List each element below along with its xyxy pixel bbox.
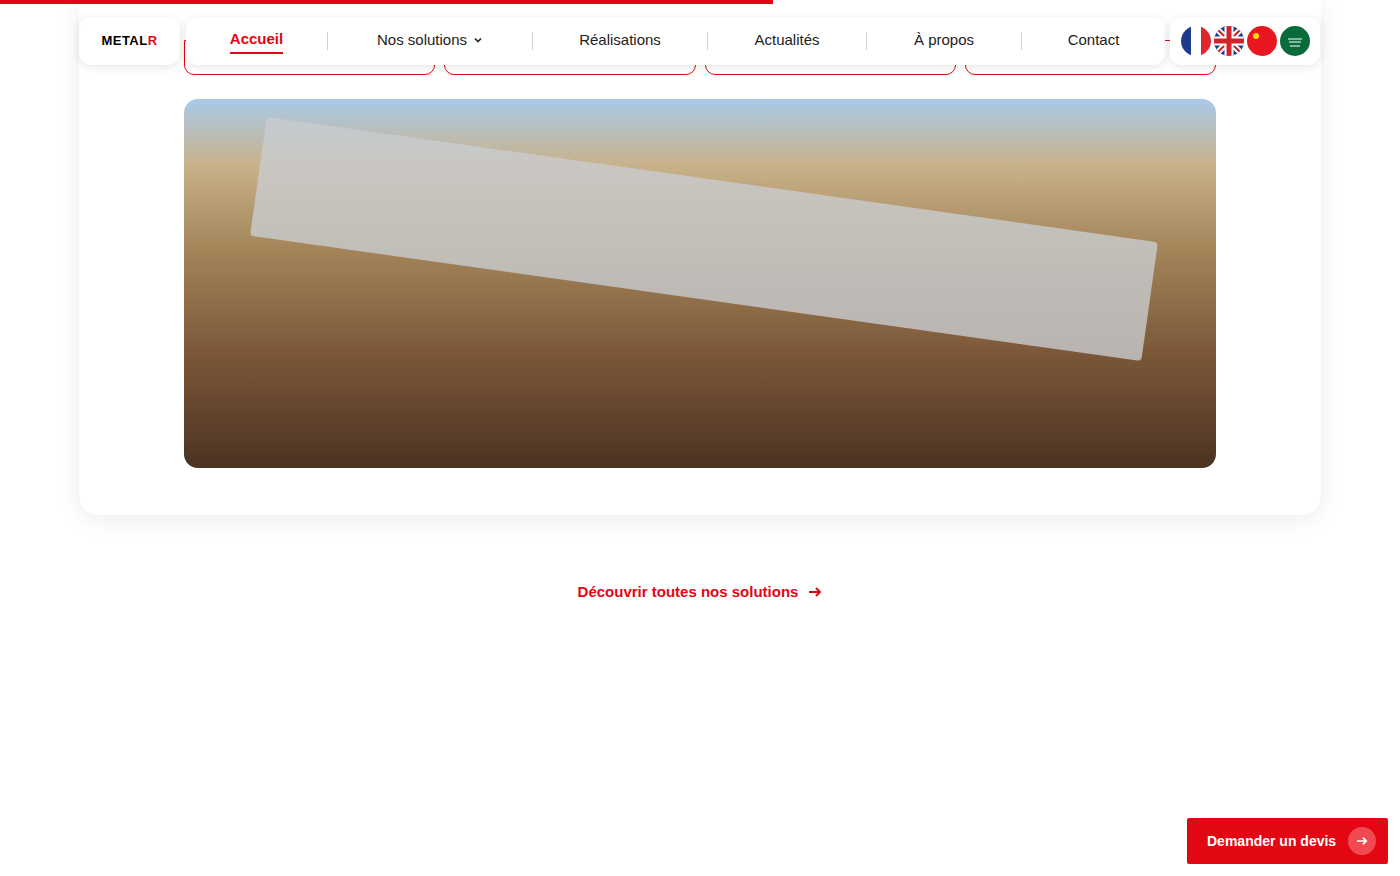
nav-item[interactable]: Accueil (230, 28, 283, 55)
china-flag-icon[interactable] (1247, 26, 1277, 56)
all-solutions-link[interactable]: Découvrir toutes nos solutions (578, 581, 823, 604)
arrow-right-icon (808, 585, 822, 599)
nav-separator (327, 32, 328, 50)
saudi-flag-icon[interactable] (1280, 26, 1310, 56)
nav-separator (707, 32, 708, 50)
france-flag-icon[interactable] (1181, 26, 1211, 56)
scroll-progress-bar (0, 0, 773, 4)
nav-item[interactable]: À propos (914, 29, 974, 54)
page: Découvrir toutes nos solutionsMETALRAccu… (0, 0, 1400, 876)
language-switcher (1170, 17, 1320, 65)
logo[interactable]: METALR (79, 17, 180, 65)
solutions-card (79, 0, 1321, 515)
uk-flag-icon[interactable] (1214, 26, 1244, 56)
nav-item[interactable]: Nos solutions (377, 29, 483, 54)
nav-separator (866, 32, 867, 50)
bridge-photo (184, 99, 1216, 468)
bridge-shape (250, 117, 1158, 361)
nav-separator (1021, 32, 1022, 50)
nav-separator (532, 32, 533, 50)
main-nav: Accueil Nos solutions Réalisations Actualit… (186, 17, 1165, 65)
navbar: METALRAccueilNos solutionsRéalisationsAc… (79, 17, 1320, 65)
arrow-circle-icon (1348, 827, 1376, 855)
quote-button[interactable]: Demander un devis (1187, 818, 1388, 864)
chevron-down-icon (473, 35, 483, 45)
nav-item[interactable]: Actualités (754, 29, 819, 54)
nav-item[interactable]: Contact (1068, 29, 1120, 54)
nav-item[interactable]: Réalisations (579, 29, 661, 54)
